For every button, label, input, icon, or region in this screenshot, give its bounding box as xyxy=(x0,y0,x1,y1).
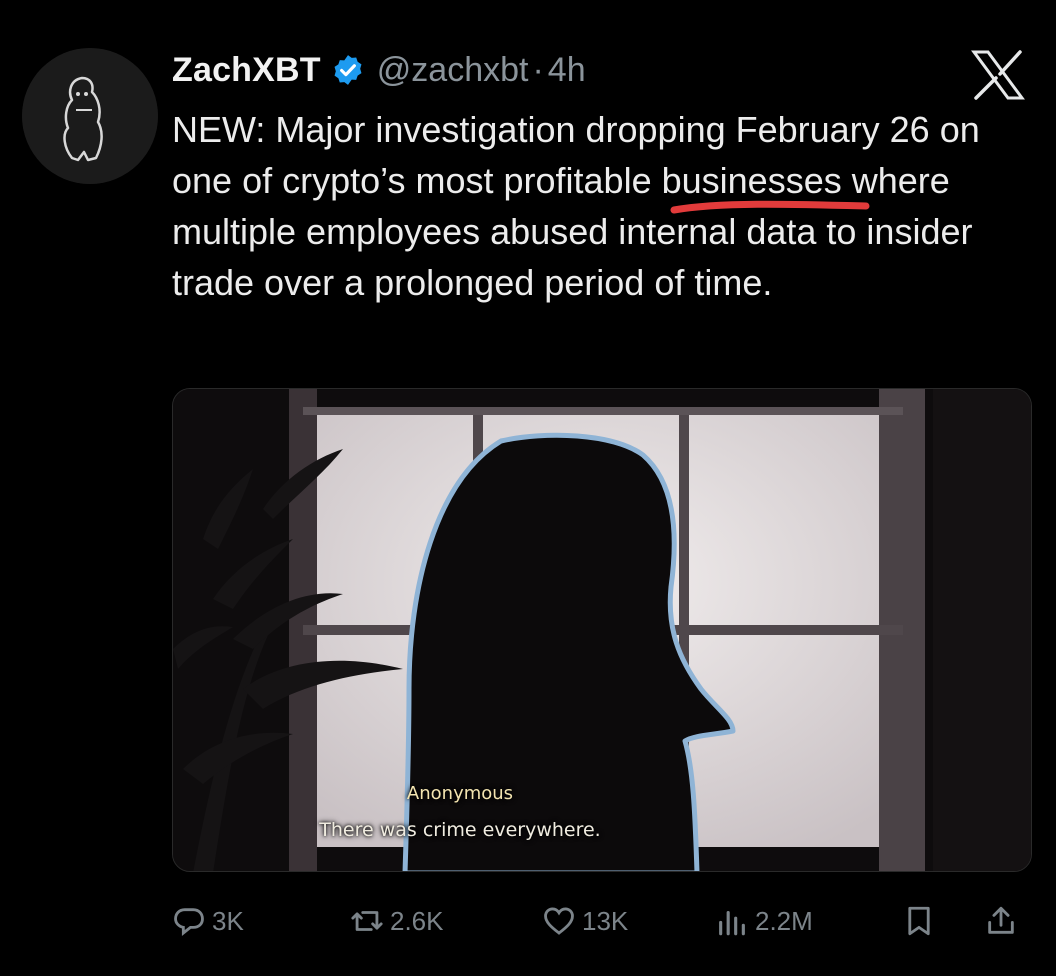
video-caption-line: There was crime everywhere. xyxy=(319,819,601,841)
share-icon xyxy=(988,906,1014,934)
views-button[interactable]: 2.2M xyxy=(715,896,813,946)
retweet-icon xyxy=(351,911,383,931)
tweet-text: NEW: Major investigation dropping Februa… xyxy=(172,104,1040,308)
share-button[interactable] xyxy=(984,896,1024,946)
tweet-card[interactable]: ZachXBT @zachxbt · 4h NEW: Major investi… xyxy=(0,0,1056,976)
heart-icon xyxy=(544,907,574,935)
x-logo-icon xyxy=(970,50,1026,100)
reply-count: 3K xyxy=(212,905,244,936)
views-count: 2.2M xyxy=(755,905,813,936)
reply-button[interactable]: 3K xyxy=(172,896,244,946)
separator-dot: · xyxy=(532,50,544,89)
tweet-action-bar: 3K 2.6K 13K 2.2M xyxy=(172,896,1032,946)
like-count: 13K xyxy=(582,905,629,936)
retweet-button[interactable]: 2.6K xyxy=(350,896,444,946)
bookmark-icon xyxy=(908,906,930,936)
reply-icon xyxy=(174,908,204,936)
video-caption-speaker: Anonymous xyxy=(406,783,514,804)
display-name[interactable]: ZachXBT xyxy=(172,51,321,90)
timestamp[interactable]: 4h xyxy=(548,51,586,90)
retweet-count: 2.6K xyxy=(390,905,444,936)
tweet-media-image[interactable]: Anonymous There was crime everywhere. xyxy=(172,388,1032,872)
like-button[interactable]: 13K xyxy=(542,896,628,946)
highlighted-word: profitable xyxy=(503,160,652,201)
avatar[interactable] xyxy=(22,48,158,184)
bookmark-button[interactable] xyxy=(902,896,942,946)
views-icon xyxy=(719,910,745,936)
red-underline-annotation xyxy=(670,200,870,214)
user-handle[interactable]: @zachxbt xyxy=(377,51,529,90)
verified-badge-icon xyxy=(331,53,365,87)
tweet-header: ZachXBT @zachxbt · 4h xyxy=(172,46,586,94)
